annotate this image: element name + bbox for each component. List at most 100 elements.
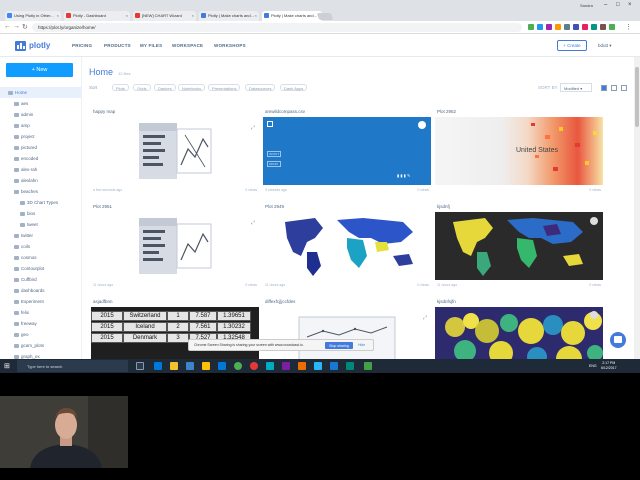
detail-view-icon[interactable]	[621, 85, 627, 91]
card-title[interactable]: kjsdnfsjfn	[437, 299, 456, 304]
close-tab-icon[interactable]: ×	[255, 13, 257, 18]
maximize-icon[interactable]: □	[616, 2, 620, 8]
sidebar-item[interactable]: admin	[0, 109, 82, 120]
ie-icon[interactable]	[218, 362, 226, 370]
filter-presentations[interactable]: Presentations	[208, 84, 241, 91]
select-checkbox[interactable]	[267, 121, 273, 127]
filter-datasources[interactable]: Datasources	[245, 84, 276, 91]
nav-products[interactable]: PRODUCTS	[104, 43, 131, 48]
extension-icon[interactable]	[564, 24, 570, 30]
card-menu-icon[interactable]	[418, 121, 426, 129]
sort-select[interactable]: Modified ▾	[560, 83, 592, 92]
sidebar-item[interactable]: Contourplot	[0, 263, 82, 274]
file-card-selected[interactable]: amwildcompass.csv IN/OUT SPAIN ▮ ▮ ▮ ✎ 3…	[263, 109, 431, 197]
card-title[interactable]: Plot 2952	[437, 109, 456, 114]
extension-icon[interactable]	[528, 24, 534, 30]
card-thumbnail[interactable]: ⤢	[91, 212, 259, 280]
create-button[interactable]: + Create	[557, 40, 587, 51]
browser-tab[interactable]: Plotly | Make charts and... ×	[199, 11, 259, 21]
extension-icon[interactable]	[591, 24, 597, 30]
hide-banner-link[interactable]: Hide	[358, 343, 365, 347]
sidebar-item[interactable]: freeway	[0, 318, 82, 329]
filter-notebooks[interactable]: Notebooks	[178, 84, 206, 91]
sidebar-item[interactable]: felix	[0, 307, 82, 318]
sidebar-item[interactable]: project	[0, 131, 82, 142]
card-title[interactable]: kjsdnfj	[437, 204, 450, 209]
file-card[interactable]: kjsdnfj 11 hours ago 0 views	[435, 204, 603, 292]
card-thumbnail[interactable]	[435, 212, 603, 280]
close-tab-icon[interactable]: ×	[57, 13, 59, 18]
card-thumbnail[interactable]: ⤢	[91, 117, 259, 185]
user-menu[interactable]: bdutt ▾	[598, 43, 612, 49]
scrollbar[interactable]	[634, 57, 640, 359]
extension-icon[interactable]	[582, 24, 588, 30]
plotly-logo-text[interactable]: plotly	[29, 41, 50, 50]
back-icon[interactable]: ←	[4, 23, 11, 30]
sidebar-item[interactable]: Home	[0, 87, 82, 98]
card-thumbnail[interactable]: IN/OUT SPAIN ▮ ▮ ▮ ✎	[263, 117, 431, 185]
file-explorer-icon[interactable]	[170, 362, 178, 370]
browser-tab[interactable]: Plotly - Dashboard ×	[64, 11, 130, 21]
sidebar-item[interactable]: alex-rah	[0, 164, 82, 175]
sidebar-item[interactable]: Experiment	[0, 296, 82, 307]
extension-icon[interactable]	[555, 24, 561, 30]
browser-tab[interactable]: [NEW] CHART Wizard ×	[133, 11, 196, 21]
profile-name[interactable]: Sandra	[580, 3, 593, 8]
sidebar-item[interactable]: 3D Chart Types	[0, 197, 82, 208]
card-title[interactable]: Plot 2951	[93, 204, 112, 209]
sidebar-item[interactable]: twitter	[0, 230, 82, 241]
chat-icon[interactable]	[610, 332, 626, 348]
app-icon[interactable]	[364, 362, 372, 370]
sidebar-item[interactable]: cosmos	[0, 252, 82, 263]
sidebar-item[interactable]: coils	[0, 241, 82, 252]
card-title[interactable]: diffexfcj|jccfdes	[265, 299, 295, 304]
card-thumbnail[interactable]: ⤢	[263, 307, 431, 359]
sidebar-item[interactable]: dashboards	[0, 285, 82, 296]
app-icon[interactable]	[282, 362, 290, 370]
browser-tab[interactable]: Using Plotly in Other... ×	[5, 11, 61, 21]
windows-start-icon[interactable]: ⊞	[4, 362, 10, 370]
sidebar-item[interactable]: amp	[0, 120, 82, 131]
app-icon[interactable]	[250, 362, 258, 370]
chrome-icon[interactable]	[234, 362, 242, 370]
file-card[interactable]: Plot 2951 ⤢ 11 hours ago 0 views	[91, 204, 259, 292]
nav-workspace[interactable]: WORKSPACE	[172, 43, 203, 48]
card-title[interactable]: amwildcompass.csv	[265, 109, 305, 114]
file-card[interactable]: Plot 2952 United States 0 views	[435, 109, 603, 197]
card-title[interactable]: happy map	[93, 109, 115, 114]
card-thumbnail[interactable]: 2015 Switzerland 1 7.587 1.39651 2015 Iceland 2…	[91, 307, 259, 359]
filter-dash-apps[interactable]: Dash Apps	[280, 84, 308, 91]
card-actions-icon[interactable]: ▮ ▮ ▮ ✎	[397, 173, 410, 178]
filter-grids[interactable]: Grids	[133, 84, 151, 91]
forward-icon[interactable]: →	[13, 23, 20, 30]
grid-view-icon[interactable]	[601, 85, 607, 91]
system-clock[interactable]: 2:17 PM 6/12/2017	[601, 361, 617, 371]
stop-sharing-button[interactable]: Stop sharing	[325, 342, 353, 349]
sidebar-item[interactable]: aes	[0, 98, 82, 109]
app-icon[interactable]	[298, 362, 306, 370]
minimize-icon[interactable]: –	[604, 2, 607, 8]
sidebar-item[interactable]: alexlahn	[0, 175, 82, 186]
new-button[interactable]: + New	[6, 63, 73, 77]
nav-pricing[interactable]: PRICING	[72, 43, 92, 48]
sidebar-item[interactable]: beaches	[0, 186, 82, 197]
reload-icon[interactable]: ↻	[22, 23, 28, 31]
sidebar-item[interactable]: geo	[0, 329, 82, 340]
sidebar-item[interactable]: bios	[0, 208, 82, 219]
app-icon[interactable]	[202, 362, 210, 370]
file-card[interactable]: happy map ⤢ a few seconds ago 0 views	[91, 109, 259, 197]
sidebar-item[interactable]: encoded	[0, 153, 82, 164]
nav-workshops[interactable]: WORKSHOPS	[214, 43, 246, 48]
filter-dashes[interactable]: Dashes	[154, 84, 176, 91]
app-icon[interactable]	[266, 362, 274, 370]
file-card[interactable]: Plot 2949 11 hours ago 0 views	[263, 204, 431, 292]
extension-icon[interactable]	[600, 24, 606, 30]
sidebar-item[interactable]: tweet	[0, 219, 82, 230]
card-thumbnail[interactable]	[263, 212, 431, 280]
extension-icon[interactable]	[573, 24, 579, 30]
sidebar-item[interactable]: Cuffbird	[0, 274, 82, 285]
app-icon[interactable]	[330, 362, 338, 370]
new-tab-button[interactable]	[316, 13, 334, 20]
close-tab-icon[interactable]: ×	[126, 13, 128, 18]
task-view-icon[interactable]	[136, 362, 144, 370]
